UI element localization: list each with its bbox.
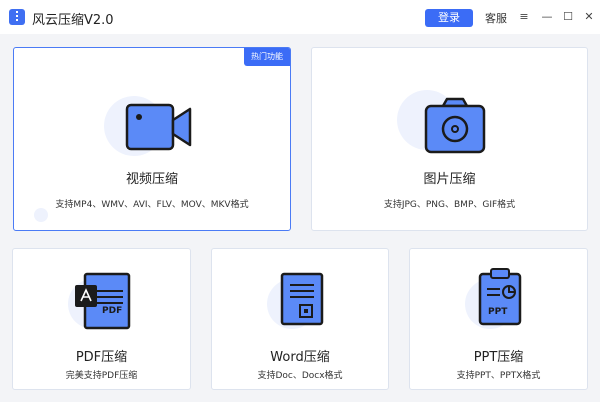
app-logo-icon xyxy=(9,9,25,25)
ppt-compress-card[interactable]: PPT PPT压缩 支持PPT、PPTX格式 xyxy=(409,248,588,390)
image-card-title: 图片压缩 xyxy=(423,172,476,187)
pdf-card-desc: 完美支持PDF压缩 xyxy=(65,371,138,381)
camera-icon xyxy=(424,97,486,154)
pdf-compress-card[interactable]: PDF PDF压缩 完美支持PDF压缩 xyxy=(12,248,191,390)
ppt-clipboard-icon xyxy=(478,268,522,326)
image-compress-card[interactable]: 图片压缩 支持JPG、PNG、BMP、GIF格式 xyxy=(311,47,588,231)
word-document-icon xyxy=(280,272,324,326)
app-title: 风云压缩V2.0 xyxy=(32,13,114,28)
title-bar: 风云压缩V2.0 登录 客服 ≡ — ☐ ✕ xyxy=(0,0,600,34)
pdf-card-title: PDF压缩 xyxy=(75,350,128,365)
video-camera-icon xyxy=(125,103,192,151)
word-compress-card[interactable]: Word压缩 支持Doc、Docx格式 xyxy=(211,248,389,390)
word-card-desc: 支持Doc、Docx格式 xyxy=(257,371,343,381)
video-card-title: 视频压缩 xyxy=(125,172,178,187)
pdf-file-icon xyxy=(75,272,131,330)
login-button[interactable]: 登录 xyxy=(425,9,473,27)
ppt-card-desc: 支持PPT、PPTX格式 xyxy=(456,371,541,381)
close-icon[interactable]: ✕ xyxy=(582,9,596,25)
maximize-icon[interactable]: ☐ xyxy=(561,9,575,25)
video-compress-card[interactable]: 热门功能 视频压缩 支持MP4、WMV、AVI、FLV、MOV、MKV格式 xyxy=(13,47,291,231)
pdf-icon-text: PDF xyxy=(102,306,123,316)
video-card-desc: 支持MP4、WMV、AVI、FLV、MOV、MKV格式 xyxy=(55,200,249,210)
word-card-title: Word压缩 xyxy=(270,350,330,365)
minimize-icon[interactable]: — xyxy=(540,9,554,25)
customer-service-link[interactable]: 客服 xyxy=(485,10,507,26)
menu-icon[interactable]: ≡ xyxy=(517,9,531,25)
ppt-card-title: PPT压缩 xyxy=(473,350,524,365)
image-card-desc: 支持JPG、PNG、BMP、GIF格式 xyxy=(383,200,516,210)
hot-feature-badge: 热门功能 xyxy=(244,48,290,66)
ppt-icon-text: PPT xyxy=(488,307,508,317)
